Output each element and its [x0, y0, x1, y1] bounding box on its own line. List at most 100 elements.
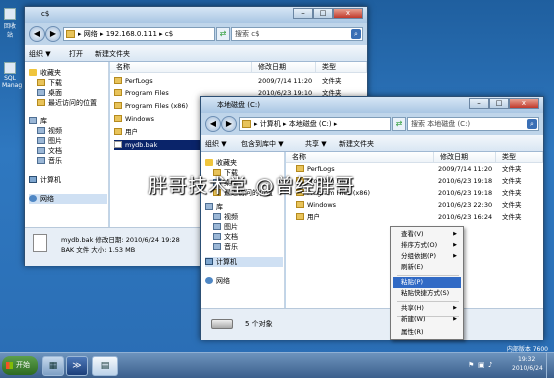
nav-item-videos[interactable]: 视频 [37, 126, 62, 136]
volume-icon[interactable]: ♪ [488, 361, 492, 369]
column-header-name[interactable]: 名称 [110, 62, 252, 73]
menu-item-share[interactable]: 共享(H) ▶ [393, 303, 461, 314]
show-desktop-button[interactable] [546, 353, 554, 378]
desktop-sql-manager-icon[interactable]: SQL Manag [2, 62, 22, 89]
file-date: 2010/6/23 22:30 [438, 201, 493, 209]
details-line-2: BAK 文件 大小: 1.53 MB [61, 246, 136, 254]
system-tray: ⚑ ▣ ♪ 19:32 2010/6/24 [464, 353, 554, 378]
nav-item-favorites[interactable]: 收藏夹 [29, 68, 61, 78]
start-button[interactable]: 开始 [2, 356, 38, 375]
server-manager-taskbar-icon[interactable]: ▦ [42, 356, 64, 376]
minimize-button[interactable]: – [293, 8, 313, 19]
clock-time[interactable]: 19:32 [518, 356, 535, 363]
minimize-button[interactable]: – [469, 98, 489, 109]
address-bar[interactable]: ▸ 计算机 ▸ 本地磁盘 (C:) ▸ [239, 117, 391, 131]
back-button[interactable]: ◀ [205, 116, 221, 132]
share-button[interactable]: 共享 ▼ [305, 139, 327, 149]
nav-item-computer[interactable]: 计算机 [205, 257, 283, 267]
organize-button[interactable]: 组织 ▼ [205, 139, 227, 149]
nav-item-desktop[interactable]: 桌面 [37, 88, 62, 98]
menu-item-view[interactable]: 查看(V) ▶ [393, 229, 461, 240]
forward-button[interactable]: ▶ [45, 26, 61, 42]
address-bar[interactable]: ▸ 网络 ▸ 192.168.0.111 ▸ c$ [63, 27, 215, 41]
title-bar[interactable]: 本地磁盘 (C:) – □ x [201, 97, 543, 113]
picture-icon [37, 137, 45, 144]
close-button[interactable]: x [509, 98, 539, 109]
refresh-button[interactable]: ⇄ [392, 117, 406, 131]
powershell-taskbar-icon[interactable]: ≫ [66, 356, 88, 376]
nav-item-libraries[interactable]: 库 [205, 202, 223, 212]
command-bar: 组织 ▼ 包含到库中 ▼ 共享 ▼ 新建文件夹 [201, 135, 543, 152]
column-header-date[interactable]: 修改日期 [252, 62, 316, 73]
menu-item-paste-shortcut[interactable]: 粘贴快捷方式(S) [393, 288, 461, 299]
menu-item-new[interactable]: 新建(W) ▶ [393, 314, 461, 325]
open-button[interactable]: 打开 [69, 49, 83, 59]
window-title: 本地磁盘 (C:) [217, 101, 260, 109]
column-header-type[interactable]: 类型 [316, 62, 367, 73]
column-header-date[interactable]: 修改日期 [434, 152, 496, 163]
nav-item-downloads[interactable]: 下载 [37, 78, 62, 88]
column-header-name[interactable]: 名称 [286, 152, 434, 163]
network-tray-icon[interactable]: ▣ [478, 361, 485, 369]
nav-item-network[interactable]: 网络 [205, 276, 230, 286]
menu-item-paste[interactable]: 粘贴(P) [393, 277, 461, 288]
title-bar[interactable]: c$ – □ x [25, 7, 367, 23]
organize-button[interactable]: 组织 ▼ [29, 49, 51, 59]
include-in-library-button[interactable]: 包含到库中 ▼ [241, 139, 284, 149]
nav-item-favorites[interactable]: 收藏夹 [205, 158, 237, 168]
maximize-button[interactable]: □ [489, 98, 509, 109]
file-date: 2010/6/23 19:18 [438, 177, 493, 185]
recent-icon [37, 99, 45, 106]
menu-item-sort-by[interactable]: 排序方式(O) ▶ [393, 240, 461, 251]
column-header-type[interactable]: 类型 [496, 152, 543, 163]
menu-item-refresh[interactable]: 刷新(E) [393, 262, 461, 273]
search-input[interactable]: 搜索 本地磁盘 (C:) ⌕ [407, 117, 539, 131]
menu-item-group-by[interactable]: 分组依据(P) ▶ [393, 251, 461, 262]
nav-item-documents[interactable]: 文档 [37, 146, 62, 156]
nav-item-computer[interactable]: 计算机 [29, 175, 61, 185]
search-icon[interactable]: ⌕ [527, 119, 537, 129]
forward-button[interactable]: ▶ [221, 116, 237, 132]
file-name: 用户 [125, 128, 138, 136]
submenu-arrow-icon: ▶ [453, 242, 457, 248]
music-icon [37, 157, 45, 164]
nav-item-pictures[interactable]: 图片 [213, 222, 238, 232]
folder-icon [114, 128, 122, 135]
folder-icon [114, 102, 122, 109]
nav-item-music[interactable]: 音乐 [37, 156, 62, 166]
nav-item-libraries[interactable]: 库 [29, 116, 47, 126]
computer-icon [29, 176, 37, 183]
file-row-selected[interactable]: mydb.bak [114, 140, 204, 150]
nav-item-recent[interactable]: 最近访问的位置 [37, 98, 97, 108]
window-title: c$ [41, 10, 50, 18]
nav-item-videos[interactable]: 视频 [213, 212, 238, 222]
nav-label: 库 [216, 203, 223, 211]
nav-item-network[interactable]: 网络 [29, 194, 107, 204]
file-row[interactable]: 用户 2010/6/23 16:24 文件夹 [296, 212, 541, 222]
nav-item-pictures[interactable]: 图片 [37, 136, 62, 146]
nav-label: 文档 [224, 233, 238, 241]
details-pane: 5 个对象 [201, 308, 543, 340]
watermark-text: 胖哥技术堂 @曾经胖哥 [148, 175, 356, 197]
file-name: Program Files [125, 89, 169, 97]
search-placeholder: 搜索 c$ [235, 30, 260, 38]
back-button[interactable]: ◀ [29, 26, 45, 42]
nav-item-documents[interactable]: 文档 [213, 232, 238, 242]
menu-item-properties[interactable]: 属性(R) [393, 327, 461, 338]
new-folder-button[interactable]: 新建文件夹 [95, 49, 130, 59]
refresh-button[interactable]: ⇄ [216, 27, 230, 41]
file-row[interactable]: PerfLogs 2009/7/14 11:20 文件夹 [114, 76, 364, 86]
desktop-recycle-bin-icon[interactable]: 回收站 [2, 8, 18, 39]
search-input[interactable]: 搜索 c$ ⌕ [231, 27, 363, 41]
new-folder-button[interactable]: 新建文件夹 [339, 139, 374, 149]
folder-icon [296, 213, 304, 220]
explorer-taskbar-icon[interactable]: ▤ [92, 356, 118, 376]
folder-icon [114, 89, 122, 96]
close-button[interactable]: x [333, 8, 363, 19]
flag-icon[interactable]: ⚑ [468, 361, 474, 369]
search-icon[interactable]: ⌕ [351, 29, 361, 39]
nav-item-music[interactable]: 音乐 [213, 242, 238, 252]
maximize-button[interactable]: □ [313, 8, 333, 19]
clock-date[interactable]: 2010/6/24 [512, 365, 543, 372]
file-row[interactable]: Windows 2010/6/23 22:30 文件夹 [296, 200, 541, 210]
